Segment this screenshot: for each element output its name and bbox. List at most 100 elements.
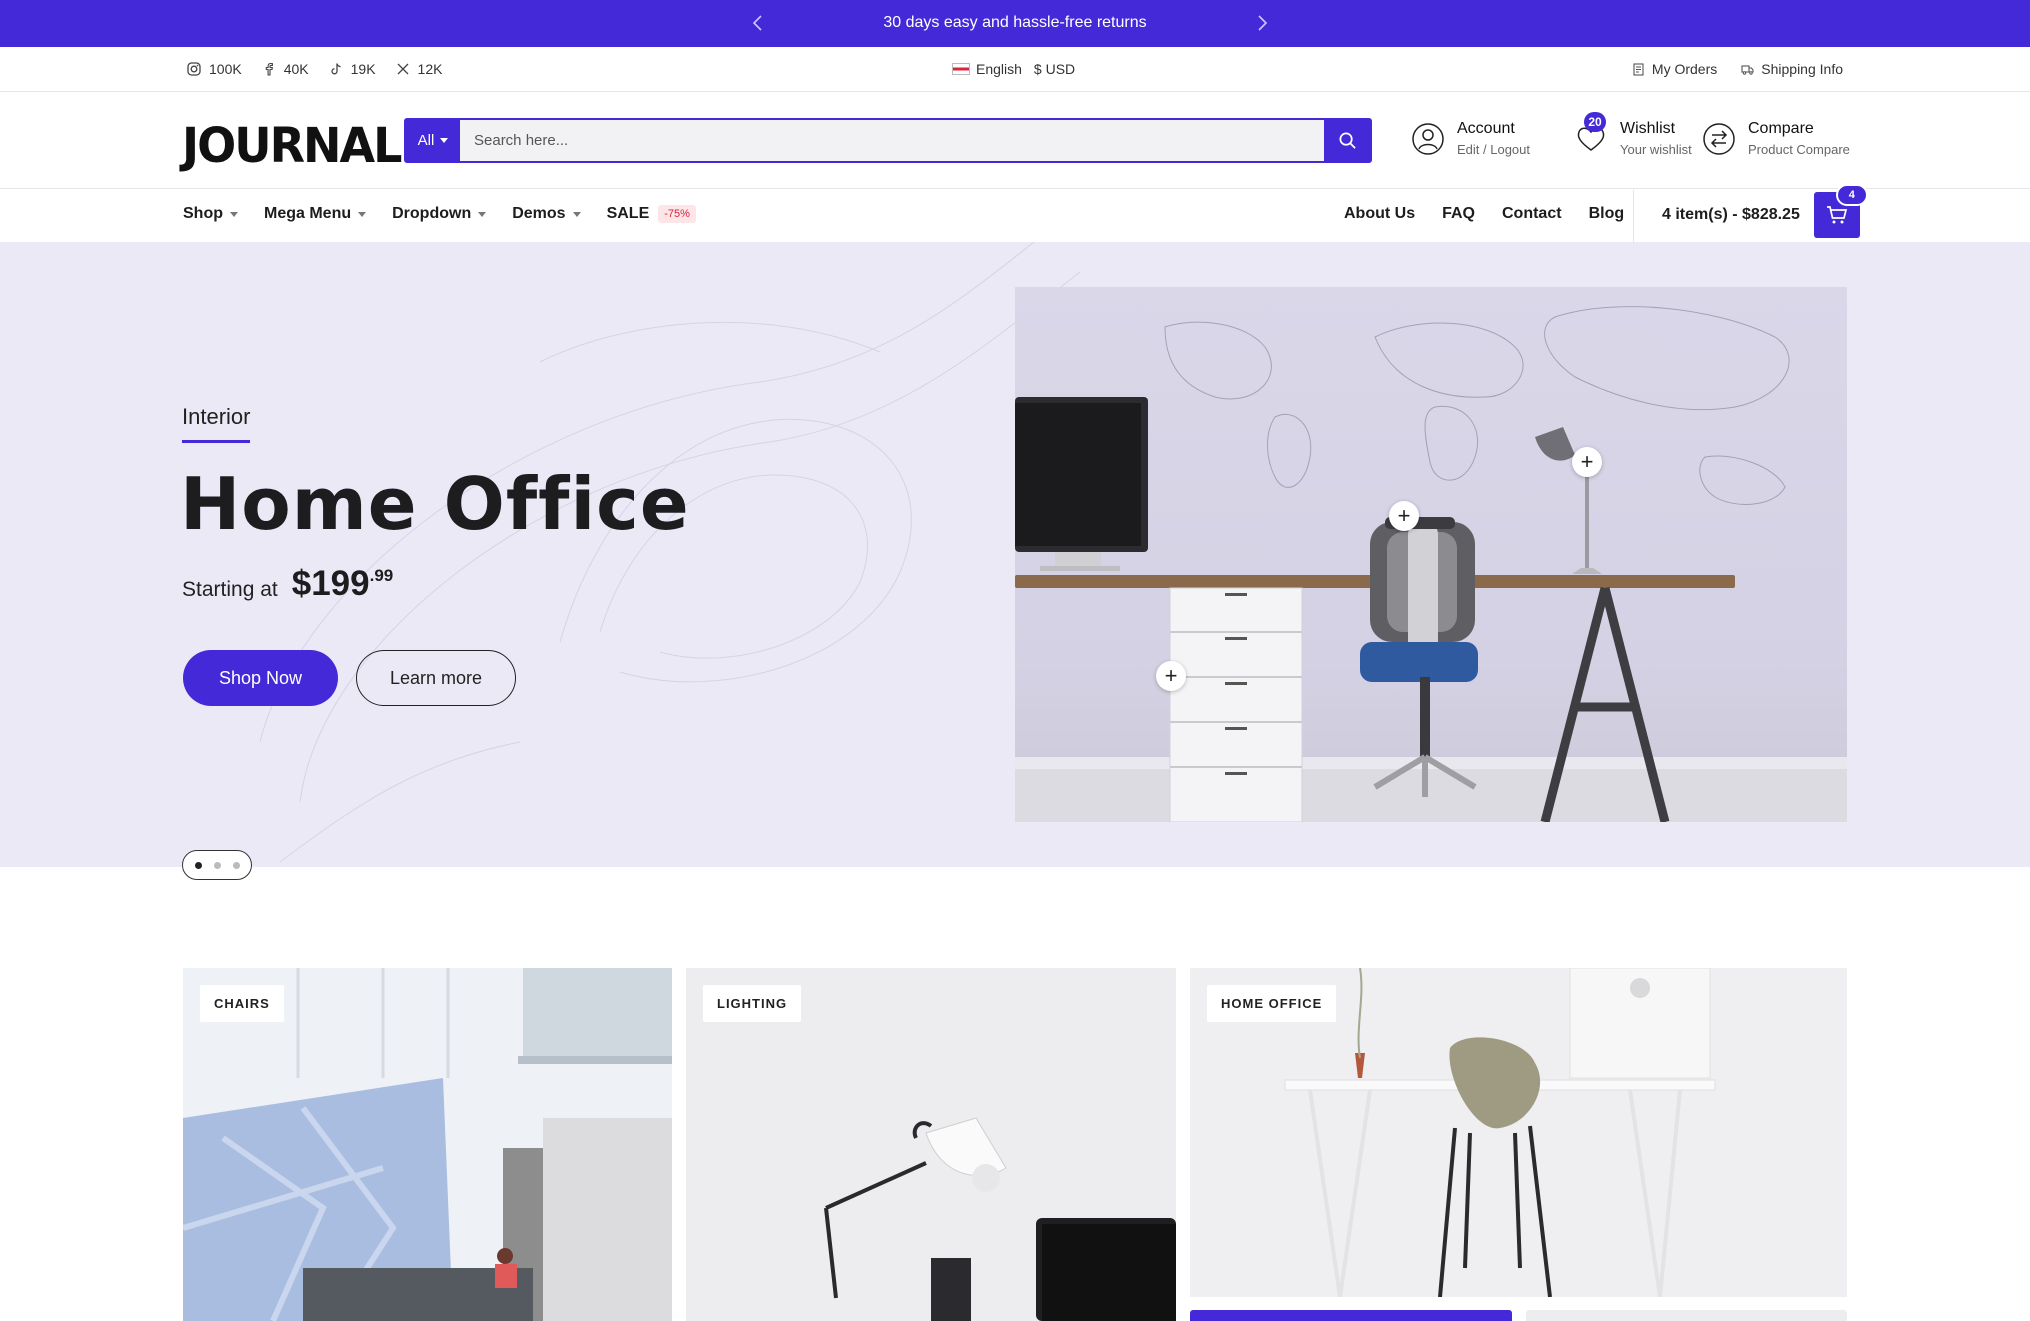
slide-dot-3[interactable] — [232, 861, 240, 869]
x-count: 12K — [417, 61, 443, 77]
search-category-dropdown[interactable]: All — [406, 120, 460, 161]
caret-down-icon — [358, 211, 367, 217]
category-label: CHAIRS — [200, 985, 284, 1022]
hero-image: + + + — [1015, 287, 1847, 822]
category-card-chairs[interactable]: CHAIRS — [183, 968, 672, 1321]
facebook-link[interactable]: 40K — [262, 61, 309, 77]
truck-icon — [1741, 64, 1754, 75]
search-icon — [1339, 132, 1356, 149]
search-button[interactable] — [1324, 120, 1370, 161]
shipping-info-label: Shipping Info — [1761, 61, 1843, 77]
cart-icon-box: 4 — [1813, 184, 1868, 238]
my-orders-link[interactable]: My Orders — [1632, 61, 1717, 77]
nav-item-label: SALE — [606, 205, 650, 222]
compare-link[interactable]: Compare Product Compare — [1702, 120, 1850, 157]
nav-item-label: Mega Menu — [264, 205, 352, 222]
hero-title: Home Office — [180, 462, 690, 546]
my-orders-label: My Orders — [1651, 61, 1718, 77]
search-input[interactable] — [460, 120, 1324, 161]
instagram-count: 100K — [209, 61, 242, 77]
account-sublabel: Edit / Logout — [1457, 142, 1530, 157]
main-nav: Shop Mega Menu Dropdown Demos SALE -75% A… — [0, 184, 2030, 242]
locale-selector: English $ USD — [952, 61, 1075, 77]
site-header: JOURNAL All Account Edit / Logout 20 Wis… — [0, 92, 2030, 189]
compare-icon — [1702, 122, 1736, 156]
nav-item-demos[interactable]: Demos — [512, 205, 581, 223]
social-links: 100K 40K 19K 12K — [187, 61, 442, 77]
slide-dot-2[interactable] — [213, 861, 221, 869]
caret-down-icon — [230, 211, 238, 217]
nav-item-contact[interactable]: Contact — [1502, 205, 1562, 223]
compare-label: Compare — [1748, 120, 1814, 137]
category-card-lighting[interactable]: LIGHTING — [686, 968, 1176, 1321]
nav-left: Shop Mega Menu Dropdown Demos SALE -75% — [183, 205, 696, 223]
account-label: Account — [1457, 120, 1515, 137]
category-tab-active[interactable] — [1190, 1310, 1512, 1321]
slider-pagination — [182, 850, 252, 880]
currency-label: $ USD — [1033, 61, 1076, 77]
category-tab[interactable] — [1526, 1310, 1847, 1321]
nav-item-mega-menu[interactable]: Mega Menu — [264, 205, 367, 223]
slide-dot-1[interactable] — [194, 861, 202, 869]
currency-selector[interactable]: $ USD — [1034, 61, 1075, 77]
hero-slider: Interior Home Office Starting at $199 .9… — [0, 242, 2030, 867]
compare-sublabel: Product Compare — [1748, 142, 1850, 157]
uk-flag-icon — [952, 63, 970, 75]
search-category-label: All — [417, 132, 435, 149]
heart-icon: 20 — [1574, 111, 1608, 156]
learn-more-button[interactable]: Learn more — [356, 650, 516, 706]
nav-right: About Us FAQ Contact Blog — [1344, 205, 1624, 223]
shop-now-button[interactable]: Shop Now — [183, 650, 338, 706]
nav-item-faq[interactable]: FAQ — [1442, 205, 1475, 223]
category-card-home-office[interactable]: HOME OFFICE — [1190, 968, 1847, 1297]
nav-item-label: Shop — [183, 205, 223, 222]
x-icon — [397, 63, 409, 75]
price-cents: .99 — [369, 566, 394, 585]
nav-divider — [1633, 190, 1634, 242]
shipping-info-link[interactable]: Shipping Info — [1741, 61, 1843, 77]
facebook-icon — [265, 62, 273, 76]
nav-item-dropdown[interactable]: Dropdown — [392, 205, 487, 223]
nav-item-label: Demos — [512, 205, 566, 222]
logo[interactable]: JOURNAL — [182, 117, 402, 174]
utility-links: My Orders Shipping Info — [1632, 61, 1843, 77]
chevron-right-icon — [1258, 15, 1268, 31]
x-link[interactable]: 12K — [396, 61, 443, 77]
tiktok-link[interactable]: 19K — [329, 61, 376, 77]
nav-item-sale[interactable]: SALE -75% — [607, 205, 696, 223]
caret-down-icon — [478, 211, 487, 217]
caret-down-icon — [572, 211, 581, 217]
sale-badge: -75% — [658, 205, 696, 223]
tiktok-icon — [330, 63, 341, 75]
search-bar: All — [404, 118, 1372, 163]
instagram-link[interactable]: 100K — [187, 61, 242, 77]
hero-price: Starting at $199 .99 — [182, 564, 393, 604]
promo-text: 30 days easy and hassle-free returns — [883, 14, 1147, 31]
nav-item-about-us[interactable]: About Us — [1344, 205, 1415, 223]
wishlist-count-badge: 20 — [1584, 111, 1606, 132]
hotspot-lamp-button[interactable]: + — [1572, 447, 1602, 477]
facebook-count: 40K — [283, 61, 309, 77]
promo-next-button[interactable] — [1249, 10, 1275, 36]
account-menu[interactable]: Account Edit / Logout — [1411, 120, 1530, 157]
cart-button[interactable]: 4 item(s) - $828.25 4 — [1662, 184, 1868, 238]
hotspot-drawer-button[interactable]: + — [1156, 661, 1186, 691]
user-icon — [1411, 122, 1445, 156]
price-value: $199 — [291, 564, 370, 603]
cart-summary: 4 item(s) - $828.25 — [1662, 206, 1800, 223]
language-selector[interactable]: English — [952, 61, 1022, 77]
nav-item-blog[interactable]: Blog — [1589, 205, 1625, 223]
wishlist-label: Wishlist — [1620, 120, 1676, 137]
promo-bar: 30 days easy and hassle-free returns — [0, 0, 2030, 47]
hotspot-chair-button[interactable]: + — [1389, 501, 1419, 531]
cart-count-badge: 4 — [1835, 184, 1868, 206]
wishlist-link[interactable]: 20 Wishlist Your wishlist — [1574, 111, 1692, 157]
nav-item-shop[interactable]: Shop — [183, 205, 238, 223]
caret-down-icon — [440, 138, 449, 143]
nav-item-label: Dropdown — [392, 205, 472, 222]
orders-icon — [1633, 62, 1644, 76]
instagram-icon — [187, 62, 201, 76]
category-label: HOME OFFICE — [1207, 985, 1337, 1022]
tiktok-count: 19K — [350, 61, 376, 77]
hero-eyebrow: Interior — [182, 404, 251, 443]
